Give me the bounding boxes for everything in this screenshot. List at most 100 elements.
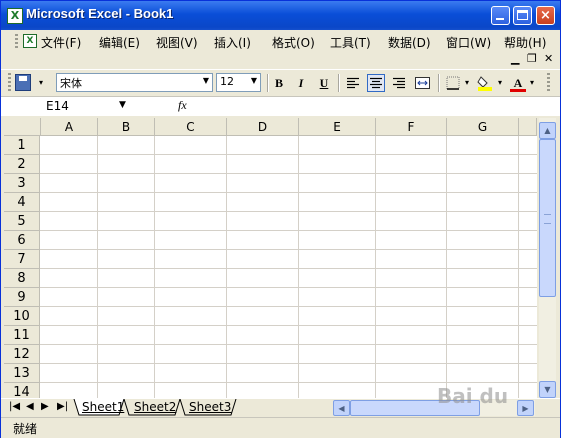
chevron-down-icon[interactable]: ▾ [465,78,469,87]
first-sheet-icon[interactable]: |◀ [9,401,20,412]
name-box[interactable]: E14 ▼ [7,98,132,114]
row-header-13[interactable]: 13 [4,364,40,383]
align-right-icon [393,77,405,89]
chevron-down-icon[interactable]: ▾ [530,78,534,87]
scroll-right-button[interactable]: ▶ [517,400,534,416]
close-button[interactable]: × [536,6,555,25]
row-header-7[interactable]: 7 [4,250,40,269]
column-header-h[interactable] [519,118,537,136]
sheet-tab-3[interactable]: Sheet3 [186,400,234,415]
toolbar-options-grip[interactable] [547,73,550,93]
menu-view[interactable]: 视图(V) [156,34,198,51]
menu-tools[interactable]: 工具(T) [330,34,371,51]
row-header-11[interactable]: 11 [4,326,40,345]
row-header-14[interactable]: 14 [4,383,40,398]
row-header-10[interactable]: 10 [4,307,40,326]
gridline [40,230,537,231]
excel-window: X Microsoft Excel - Book1 × X 文件(F) 编辑(E… [0,0,561,438]
menu-help[interactable]: 帮助(H) [504,34,546,51]
scroll-down-button[interactable]: ▼ [539,381,556,398]
row-header-5[interactable]: 5 [4,212,40,231]
column-header-g[interactable]: G [447,118,519,136]
column-header-d[interactable]: D [227,118,299,136]
formula-input[interactable] [192,98,557,114]
save-icon[interactable] [15,74,31,91]
workbook-restore-icon[interactable]: ❐ [527,52,537,65]
menubar-grip[interactable] [15,34,18,48]
workbook-close-icon[interactable]: ✕ [544,52,553,65]
gridline [40,382,537,383]
chevron-down-icon[interactable]: ▼ [251,76,257,85]
chevron-down-icon[interactable]: ▼ [119,100,126,110]
status-text: 就绪 [13,422,38,436]
toolbar-separator [267,74,269,92]
excel-icon[interactable]: X [7,8,23,24]
row-header-9[interactable]: 9 [4,288,40,307]
column-header-e[interactable]: E [299,118,376,136]
row-header-1[interactable]: 1 [4,136,40,155]
scroll-thumb[interactable] [539,139,556,297]
minimize-button[interactable] [491,6,510,25]
scroll-left-button[interactable]: ◀ [333,400,350,416]
gridline [298,136,299,398]
align-left-icon [347,77,359,89]
font-name-select[interactable]: 宋体 ▼ [56,73,213,92]
align-center-button[interactable] [367,74,385,92]
sheet-tab-2[interactable]: Sheet2 [131,400,179,415]
row-header-6[interactable]: 6 [4,231,40,250]
menu-window[interactable]: 窗口(W) [446,34,491,51]
menu-insert[interactable]: 插入(I) [214,34,251,51]
gridline [40,249,537,250]
sheet-tab-1[interactable]: Sheet1 [79,400,127,415]
menu-data[interactable]: 数据(D) [388,34,431,51]
italic-button[interactable]: I [292,74,310,92]
worksheet-grid[interactable]: A B C D E F G 1 2 3 4 5 6 7 8 9 10 11 12… [4,118,537,398]
toolbar-options-arrow[interactable]: ▾ [39,78,43,87]
last-sheet-icon[interactable]: ▶| [57,401,68,412]
align-right-button[interactable] [390,74,408,92]
row-header-3[interactable]: 3 [4,174,40,193]
column-header-b[interactable]: B [98,118,155,136]
underline-button[interactable]: U [315,74,333,92]
column-header-a[interactable]: A [41,118,98,136]
gridline [97,136,98,398]
align-center-icon [370,77,382,89]
toolbar-grip[interactable] [8,73,11,93]
gridline [375,136,376,398]
font-color-button[interactable]: A [509,74,527,92]
next-sheet-icon[interactable]: ▶ [41,401,49,412]
maximize-button[interactable] [513,6,532,25]
vertical-scrollbar[interactable]: ▲ ▼ [539,118,556,398]
title-bar[interactable]: X Microsoft Excel - Book1 × [1,1,560,30]
workbook-minimize-icon[interactable]: ▁ [511,52,519,65]
borders-button[interactable] [444,74,462,92]
fx-icon[interactable]: fx [178,98,187,113]
prev-sheet-icon[interactable]: ◀ [26,401,34,412]
menu-file[interactable]: 文件(F) [41,34,81,51]
align-left-button[interactable] [344,74,362,92]
gridline [40,363,537,364]
gridline [40,154,537,155]
menu-bar: X 文件(F) 编辑(E) 视图(V) 插入(I) 格式(O) 工具(T) 数据… [1,30,560,52]
gridline [446,136,447,398]
row-header-2[interactable]: 2 [4,155,40,174]
close-icon: × [540,8,551,23]
row-header-12[interactable]: 12 [4,345,40,364]
select-all-corner[interactable] [4,118,41,136]
font-size-select[interactable]: 12 ▼ [216,73,261,92]
scroll-up-button[interactable]: ▲ [539,122,556,139]
column-header-c[interactable]: C [155,118,227,136]
gridline [226,136,227,398]
bold-button[interactable]: B [270,74,288,92]
row-header-4[interactable]: 4 [4,193,40,212]
fill-color-button[interactable] [476,74,494,92]
row-header-8[interactable]: 8 [4,269,40,288]
toolbar-separator [338,74,340,92]
menu-format[interactable]: 格式(O) [272,34,315,51]
chevron-down-icon[interactable]: ▾ [498,78,502,87]
menu-edit[interactable]: 编辑(E) [99,34,140,51]
workbook-icon[interactable]: X [23,34,37,48]
column-header-f[interactable]: F [376,118,447,136]
merge-center-button[interactable] [413,74,431,92]
chevron-down-icon[interactable]: ▼ [203,76,209,85]
